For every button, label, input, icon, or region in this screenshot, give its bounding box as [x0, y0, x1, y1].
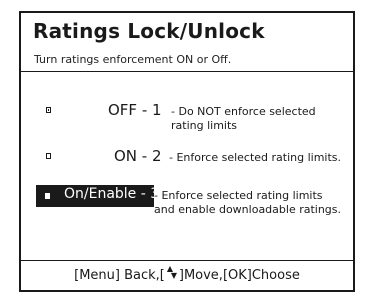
footer-help-bar: [Menu] Back,[▲ ▼]Move,[OK]Choose [21, 265, 353, 284]
option-on-label: ON - 2 [114, 147, 162, 165]
option-description-text: Do NOT enforce selected rating limits [171, 105, 316, 132]
footer-prefix: [Menu] Back,[ [74, 268, 165, 283]
option-off-description: - Do NOT enforce selected rating limits [171, 105, 351, 133]
ratings-lock-dialog: Ratings Lock/Unlock Turn ratings enforce… [19, 11, 355, 292]
up-down-arrows-icon: ▲ ▼ [165, 265, 179, 280]
page-subtitle: Turn ratings enforcement ON or Off. [34, 53, 232, 66]
option-on-description: - Enforce selected rating limits. [169, 151, 369, 165]
page-title: Ratings Lock/Unlock [33, 19, 265, 43]
option-on-enable-description: - Enforce selected rating limits and ena… [154, 189, 344, 217]
header-divider [21, 71, 353, 72]
footer-suffix: ]Move,[OK]Choose [178, 268, 300, 283]
checkbox-icon [45, 193, 50, 199]
option-off-label: OFF - 1 [108, 101, 162, 119]
option-on-enable-label: On/Enable - 3 [64, 186, 160, 202]
checked-checkbox-icon [46, 107, 51, 113]
option-on-enable-highlight[interactable]: On/Enable - 3 [36, 185, 159, 207]
option-description-text: Enforce selected rating limits. [176, 151, 342, 164]
checkbox-icon [46, 153, 51, 159]
option-description-text: Enforce selected rating limits and enabl… [154, 189, 342, 216]
down-arrow-icon: ▼ [170, 271, 178, 280]
footer-divider [21, 260, 353, 261]
